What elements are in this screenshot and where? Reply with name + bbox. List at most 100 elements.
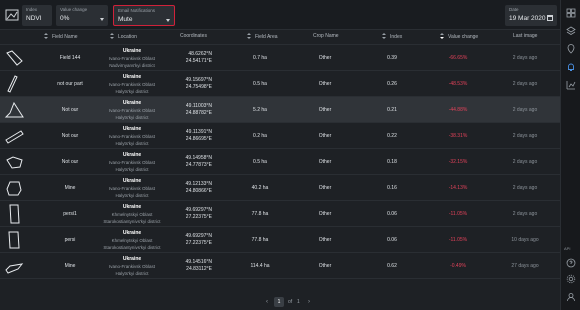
field-name-cell: Field 144 bbox=[59, 55, 81, 61]
current-page-button[interactable]: 1 bbox=[274, 297, 284, 307]
index-select[interactable]: Index NDVI bbox=[22, 5, 52, 26]
column-header-coordinates: Coordinates bbox=[180, 33, 207, 39]
api-link[interactable]: API bbox=[564, 246, 570, 251]
column-header-value-change[interactable]: Value change bbox=[440, 33, 478, 40]
value-change-cell: -48.53% bbox=[448, 81, 468, 87]
index-select-label: Index bbox=[26, 7, 38, 12]
field-area-cell: 0.5 ha bbox=[253, 81, 267, 87]
value-change-label: Value change bbox=[60, 7, 88, 12]
column-header-field-area[interactable]: Field Area bbox=[247, 33, 278, 40]
longitude-value: 24.80866°E bbox=[185, 188, 212, 194]
last-image-cell: 2 days ago bbox=[512, 159, 538, 165]
crop-name-cell: Other bbox=[318, 107, 332, 113]
table-row[interactable]: not our part Ukraine Ivano-Frankivsk Oblas… bbox=[0, 71, 560, 97]
field-area-cell: 0.5 ha bbox=[253, 159, 267, 165]
app-logo-icon[interactable] bbox=[4, 7, 20, 23]
table-row[interactable]: Not our Ukraine Ivano-Frankivsk Oblast Haly… bbox=[0, 97, 560, 123]
location-district: Halyts'kyi district bbox=[115, 115, 149, 120]
table-row[interactable]: Mine Ukraine Ivano-Frankivsk Oblast Halyts'… bbox=[0, 253, 560, 279]
coordinates-cell: 49.12133°N 24.80866°E bbox=[178, 181, 212, 195]
dashboard-icon[interactable] bbox=[566, 8, 576, 18]
crop-name-cell: Other bbox=[318, 211, 332, 217]
layers-icon[interactable] bbox=[566, 26, 576, 36]
field-name-cell: persi bbox=[64, 237, 76, 243]
latitude-value: 49.11003°N bbox=[185, 103, 212, 109]
field-area-cell: 77.8 ha bbox=[251, 211, 269, 217]
location-country: Ukraine bbox=[122, 204, 142, 210]
latitude-value: 49.14516°N bbox=[185, 259, 212, 265]
crop-name-cell: Other bbox=[318, 237, 332, 243]
last-image-cell: 2 days ago bbox=[512, 55, 538, 61]
user-avatar-icon[interactable] bbox=[566, 292, 576, 302]
last-image-cell: 2 days ago bbox=[512, 185, 538, 191]
location-country: Ukraine bbox=[122, 256, 142, 262]
index-cell: 0.16 bbox=[387, 185, 397, 191]
chart-icon[interactable] bbox=[566, 80, 576, 90]
table-row[interactable]: persi1 Ukraine Khmelnytskyi Oblast Starokos… bbox=[0, 201, 560, 227]
crop-name-cell: Other bbox=[318, 185, 332, 191]
table-row[interactable]: Not our Ukraine Ivano-Frankivsk Oblast Haly… bbox=[0, 149, 560, 175]
field-name-cell: Not our bbox=[61, 107, 79, 113]
location-district: Starokostiantynivs'kyi district bbox=[103, 245, 161, 250]
latitude-value: 49.15697°N bbox=[185, 77, 212, 83]
location-country: Ukraine bbox=[122, 230, 142, 236]
field-name-cell: Mine bbox=[64, 263, 76, 269]
longitude-value: 27.22375°E bbox=[185, 214, 212, 220]
sort-icon bbox=[110, 33, 115, 40]
column-header-location[interactable]: Location bbox=[110, 33, 137, 40]
location-cell: Ukraine Ivano-Frankivsk Oblast Halyts'kyi … bbox=[92, 126, 172, 147]
pagination-of-label: of bbox=[288, 299, 293, 305]
index-cell: 0.62 bbox=[387, 263, 397, 269]
location-cell: Ukraine Ivano-Frankivsk Oblast Halyts'kyi … bbox=[92, 256, 172, 277]
email-notifications-value: Mute bbox=[118, 16, 133, 23]
latitude-value: 49.11391°N bbox=[185, 129, 212, 135]
location-cell: Ukraine Ivano-Frankivsk Oblast Halyts'kyi … bbox=[92, 74, 172, 95]
filter-bar: Index NDVI Value change 0% Email Notific… bbox=[0, 0, 560, 30]
location-region: Ivano-Frankivsk Oblast bbox=[108, 264, 155, 269]
table-row[interactable]: Not our Ukraine Ivano-Frankivsk Oblast Haly… bbox=[0, 123, 560, 149]
table-row[interactable]: persi Ukraine Khmelnytskyi Oblast Starokost… bbox=[0, 227, 560, 253]
location-region: Ivano-Frankivsk Oblast bbox=[108, 186, 155, 191]
index-cell: 0.18 bbox=[387, 159, 397, 165]
field-area-cell: 40.2 ha bbox=[251, 185, 269, 191]
column-header-index[interactable]: Index bbox=[382, 33, 402, 40]
settings-gear-icon[interactable] bbox=[566, 274, 576, 284]
column-header-field-name[interactable]: Field Name bbox=[44, 33, 78, 40]
crop-name-cell: Other bbox=[318, 55, 332, 61]
location-country: Ukraine bbox=[122, 152, 142, 158]
location-country: Ukraine bbox=[122, 100, 142, 106]
next-page-icon[interactable]: › bbox=[308, 299, 310, 305]
sort-icon bbox=[44, 33, 49, 40]
email-notifications-select[interactable]: Email Notifications Mute bbox=[113, 5, 175, 26]
last-image-cell: 2 days ago bbox=[512, 133, 538, 139]
location-cell: Ukraine Ivano-Frankivsk Oblast Halyts'kyi … bbox=[92, 178, 172, 199]
location-pin-icon[interactable] bbox=[566, 44, 576, 54]
value-change-select[interactable]: Value change 0% bbox=[56, 5, 108, 26]
table-row[interactable]: Field 144 Ukraine Ivano-Frankivsk Oblast Na… bbox=[0, 45, 560, 71]
location-cell: Ukraine Khmelnytskyi Oblast Starokostianty… bbox=[92, 230, 172, 251]
crop-name-cell: Other bbox=[318, 159, 332, 165]
longitude-value: 24.54171°E bbox=[185, 58, 212, 64]
field-area-cell: 5.2 ha bbox=[253, 107, 267, 113]
coordinates-cell: 49.14516°N 24.83112°E bbox=[178, 259, 212, 273]
notifications-bell-icon[interactable] bbox=[566, 62, 576, 72]
latitude-value: 49.12133°N bbox=[185, 181, 212, 187]
date-picker[interactable]: Date 19 Mar 2020 bbox=[505, 5, 557, 26]
right-sidebar: API bbox=[560, 0, 580, 310]
latitude-value: 49.69297°N bbox=[185, 233, 212, 239]
coordinates-cell: 48.6262°N 24.54171°E bbox=[178, 51, 212, 65]
location-district: Nadvirnyans'kyi district bbox=[109, 63, 155, 68]
value-change-cell: -66.65% bbox=[448, 55, 468, 61]
fields-table-body: Field 144 Ukraine Ivano-Frankivsk Oblast Na… bbox=[0, 45, 560, 279]
longitude-value: 24.83112°E bbox=[186, 266, 212, 272]
field-shape-thumbnail bbox=[6, 181, 22, 196]
table-row[interactable]: Mine Ukraine Ivano-Frankivsk Oblast Halyts'… bbox=[0, 175, 560, 201]
sort-icon bbox=[247, 33, 252, 40]
previous-page-icon[interactable]: ‹ bbox=[266, 299, 268, 305]
sort-descending-icon bbox=[440, 33, 445, 40]
crop-name-cell: Other bbox=[318, 263, 332, 269]
location-district: Halyts'kyi district bbox=[115, 193, 149, 198]
location-region: Khmelnytskyi Oblast bbox=[111, 212, 153, 217]
value-change-cell: -11.05% bbox=[448, 237, 468, 243]
help-icon[interactable] bbox=[566, 258, 576, 268]
